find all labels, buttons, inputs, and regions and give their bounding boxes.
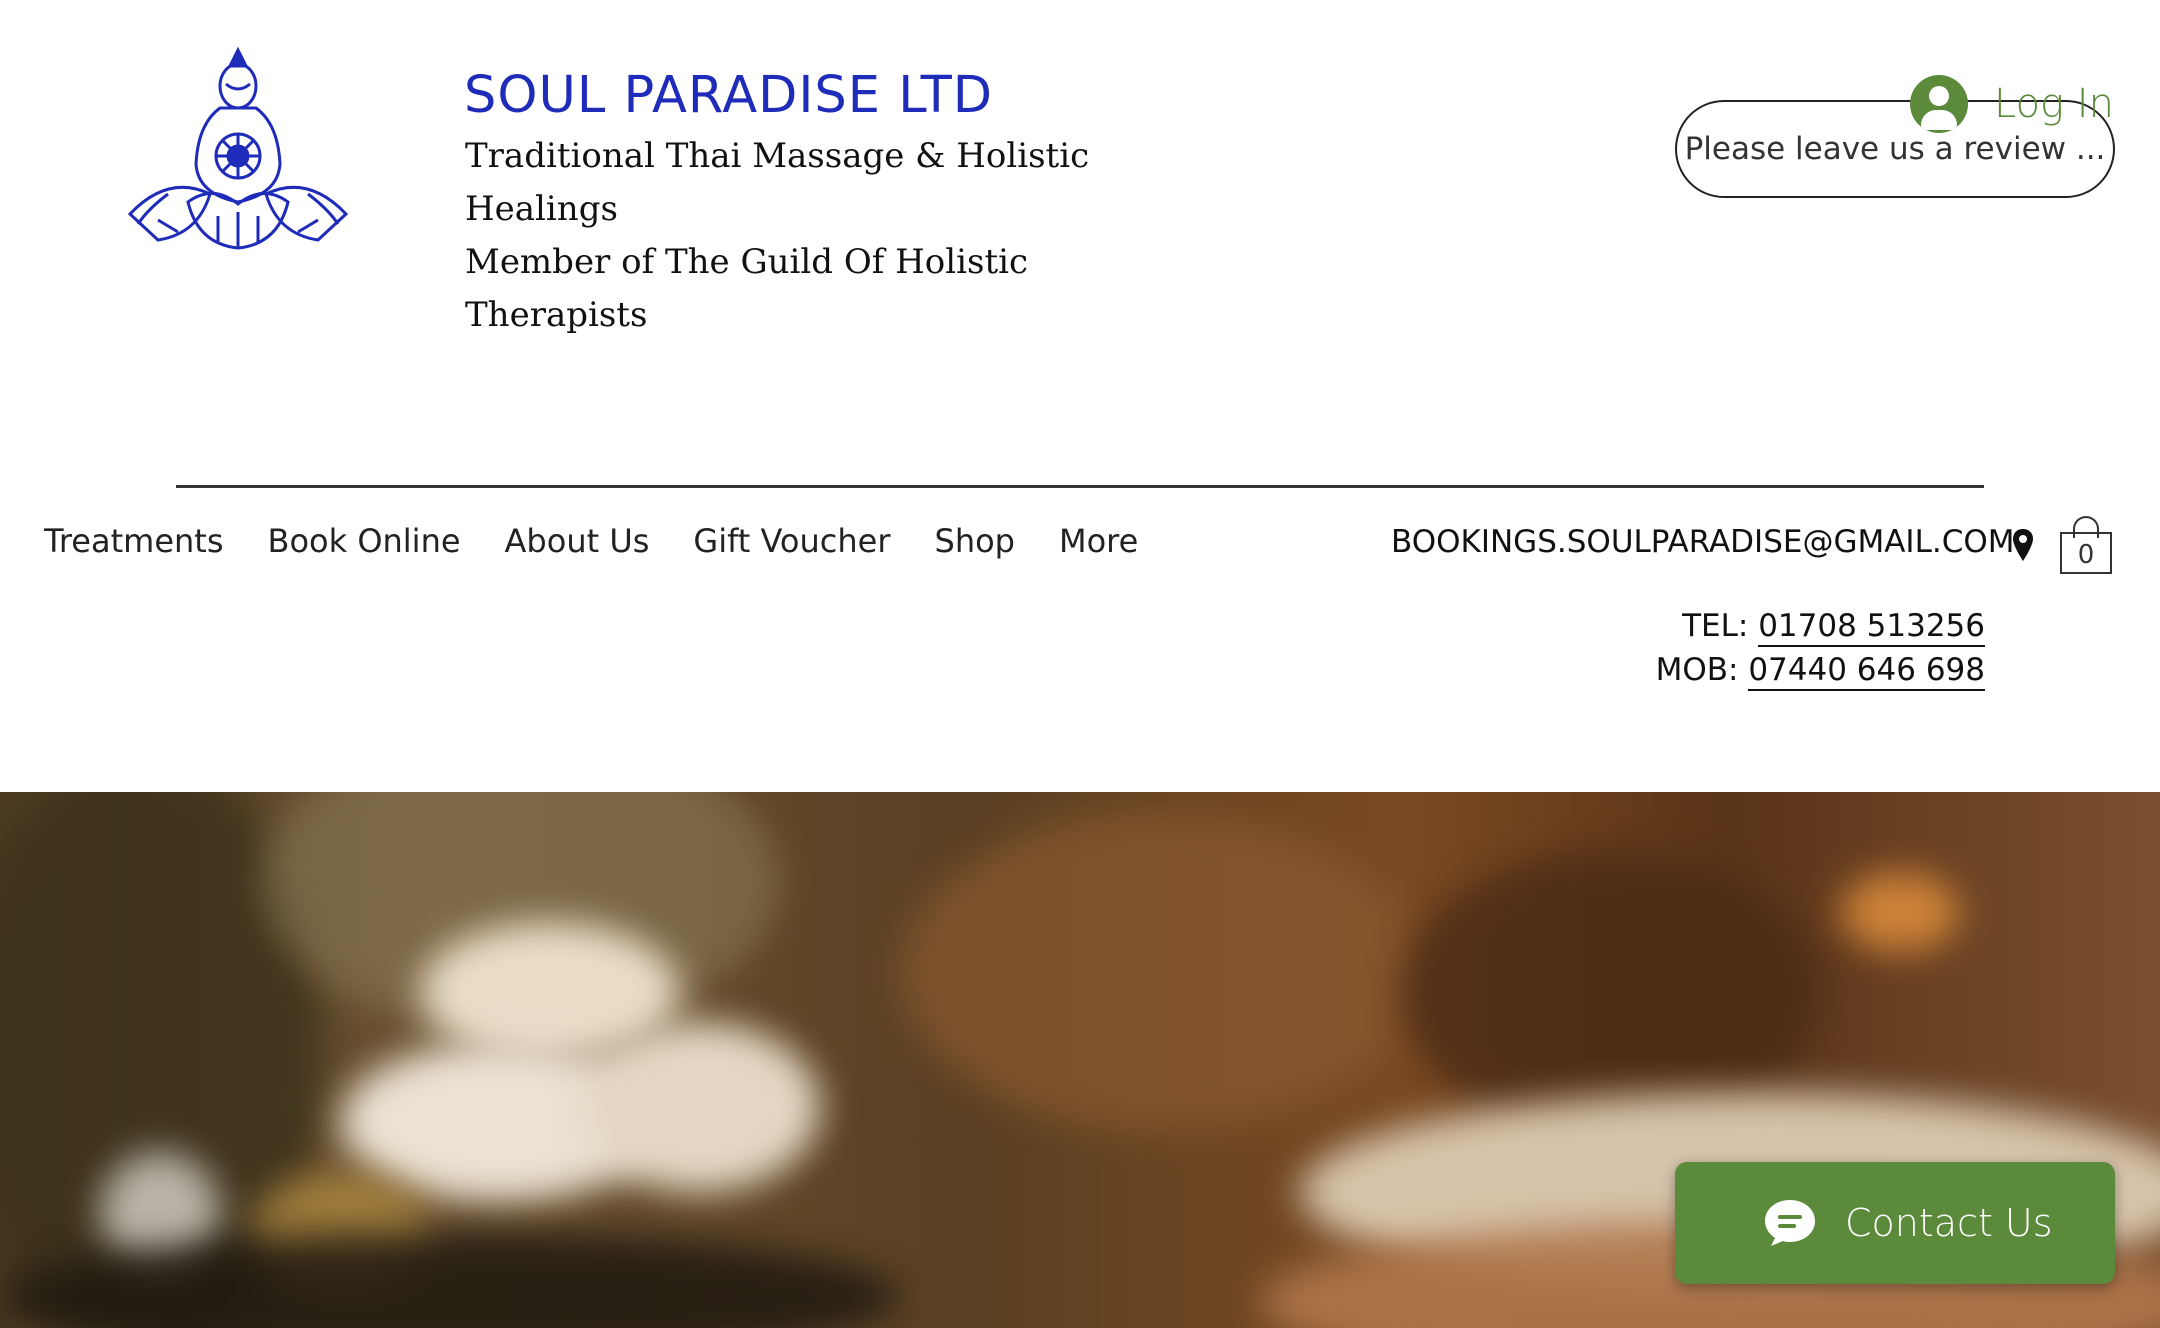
tagline-line-4: Therapists xyxy=(465,295,648,335)
map-pin-icon[interactable] xyxy=(2012,528,2034,562)
mobile-line: MOB: 07440 646 698 xyxy=(1655,652,1985,691)
tel-number-link[interactable]: 01708 513256 xyxy=(1758,608,1985,647)
buddha-lotus-logo-icon xyxy=(127,46,349,250)
login-label: Log In xyxy=(1994,81,2114,127)
bookings-email-link[interactable]: BOOKINGS.SOULPARADISE@GMAIL.COM xyxy=(1391,524,2015,560)
contact-us-label: Contact Us xyxy=(1845,1201,2053,1245)
shopping-cart-button[interactable]: 0 xyxy=(2060,516,2114,576)
contact-us-button[interactable]: Contact Us xyxy=(1675,1162,2115,1284)
tagline-line-2: Healings xyxy=(465,189,618,229)
mob-number-link[interactable]: 07440 646 698 xyxy=(1748,652,1985,691)
telephone-line: TEL: 01708 513256 xyxy=(1682,608,1985,647)
nav-item-book-online[interactable]: Book Online xyxy=(268,522,461,560)
login-button[interactable]: Log In xyxy=(1910,74,2114,134)
user-avatar-icon xyxy=(1910,75,1968,133)
nav-item-gift-voucher[interactable]: Gift Voucher xyxy=(693,522,890,560)
nav-item-more[interactable]: More xyxy=(1059,522,1138,560)
mob-label: MOB: xyxy=(1655,652,1749,688)
chat-bubble-icon xyxy=(1765,1200,1815,1246)
nav-item-shop[interactable]: Shop xyxy=(935,522,1015,560)
header-divider xyxy=(176,485,1984,488)
cart-count: 0 xyxy=(2077,540,2095,570)
tagline-line-1: Traditional Thai Massage & Holistic xyxy=(465,136,1090,176)
nav-item-about-us[interactable]: About Us xyxy=(505,522,650,560)
nav-item-treatments[interactable]: Treatments xyxy=(44,522,224,560)
brand-title: SOUL PARADISE LTD xyxy=(464,66,994,125)
main-nav: Treatments Book Online About Us Gift Vou… xyxy=(44,522,1138,560)
tel-label: TEL: xyxy=(1682,608,1759,644)
tagline-line-3: Member of The Guild Of Holistic xyxy=(465,242,1029,282)
